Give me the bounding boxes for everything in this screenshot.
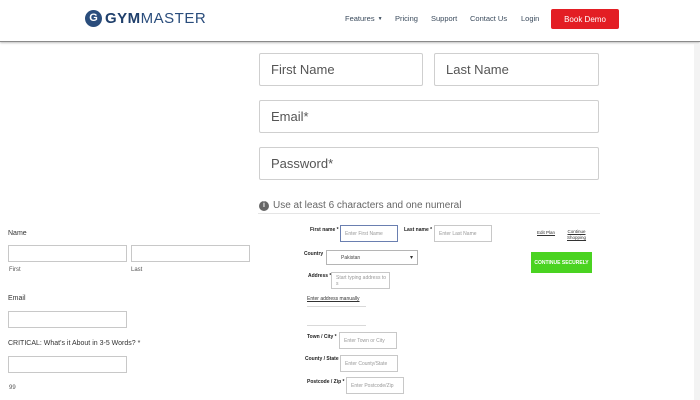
country-select[interactable]: Pakistan ▾	[326, 250, 418, 265]
scrollbar[interactable]	[694, 44, 700, 400]
divider	[307, 325, 366, 326]
nav-login[interactable]: Login	[521, 14, 539, 23]
password-hint: i Use at least 6 characters and one nume…	[259, 200, 461, 211]
county-input[interactable]: Enter County/State	[340, 355, 398, 372]
chevron-down-icon: ▼	[377, 16, 383, 22]
divider	[307, 306, 366, 307]
logo-icon: G	[85, 9, 102, 27]
chevron-down-icon: ▾	[409, 255, 413, 261]
checkout-last-name-input[interactable]: Enter Last Name	[434, 225, 492, 242]
critical-label: CRITICAL: What's it About in 3-5 Words? …	[8, 340, 141, 347]
password-field[interactable]: Password*	[259, 147, 599, 180]
name-label: Name	[8, 230, 27, 237]
char-counter: 99	[9, 385, 16, 391]
email-label: Email	[8, 295, 26, 302]
last-name-field[interactable]: Last Name	[434, 53, 599, 86]
county-label: County / State	[305, 356, 339, 362]
nav-contact-us[interactable]: Contact Us	[470, 14, 507, 23]
first-sublabel: First	[9, 267, 21, 273]
divider	[258, 213, 600, 214]
continue-securely-button[interactable]: CONTINUE SECURELY	[531, 252, 592, 273]
checkout-last-name-label: Last name *	[404, 227, 433, 233]
nav-features-label: Features	[345, 14, 375, 23]
town-label: Town / City *	[307, 334, 337, 340]
nav-pricing[interactable]: Pricing	[395, 14, 418, 23]
nav-features[interactable]: Features ▼	[345, 14, 383, 23]
town-input[interactable]: Enter Town or City	[339, 332, 397, 349]
first-name-field[interactable]: First Name	[259, 53, 423, 86]
book-demo-button[interactable]: Book Demo	[551, 9, 619, 29]
edit-plan-link[interactable]: Edit Plan	[537, 230, 555, 236]
address-label: Address *	[308, 273, 332, 279]
logo-text-master: MASTER	[140, 9, 207, 27]
country-label: Country	[304, 251, 324, 257]
password-hint-text: Use at least 6 characters and one numera…	[273, 200, 462, 211]
email-field[interactable]: Email*	[259, 100, 599, 133]
continue-shopping-link[interactable]: Continue Shopping	[567, 229, 586, 241]
left-last-input[interactable]	[131, 245, 250, 262]
nav-support[interactable]: Support	[431, 14, 457, 23]
country-value: Pakistan	[341, 254, 361, 261]
enter-address-manually-link[interactable]: Enter address manually	[307, 296, 360, 302]
top-navbar: G GYM MASTER Features ▼ Pricing Support C…	[0, 0, 700, 42]
left-email-input[interactable]	[8, 311, 127, 328]
checkout-first-name-label: First name *	[310, 227, 339, 233]
page: G GYM MASTER Features ▼ Pricing Support C…	[0, 0, 700, 400]
postcode-label: Postcode / Zip *	[307, 379, 345, 385]
checkout-first-name-input[interactable]: Enter First Name	[340, 225, 398, 242]
last-sublabel: Last	[131, 267, 143, 273]
logo-text-gym: GYM	[105, 9, 141, 27]
gymmaster-logo[interactable]: G GYM MASTER	[85, 9, 206, 27]
continue-shopping-line-2: Shopping	[567, 235, 587, 240]
left-first-input[interactable]	[8, 245, 127, 262]
postcode-input[interactable]: Enter Postcode/Zip	[346, 377, 404, 394]
address-input[interactable]: Start typing address to s	[331, 272, 390, 289]
critical-input[interactable]	[8, 356, 127, 373]
info-icon: i	[259, 200, 269, 211]
